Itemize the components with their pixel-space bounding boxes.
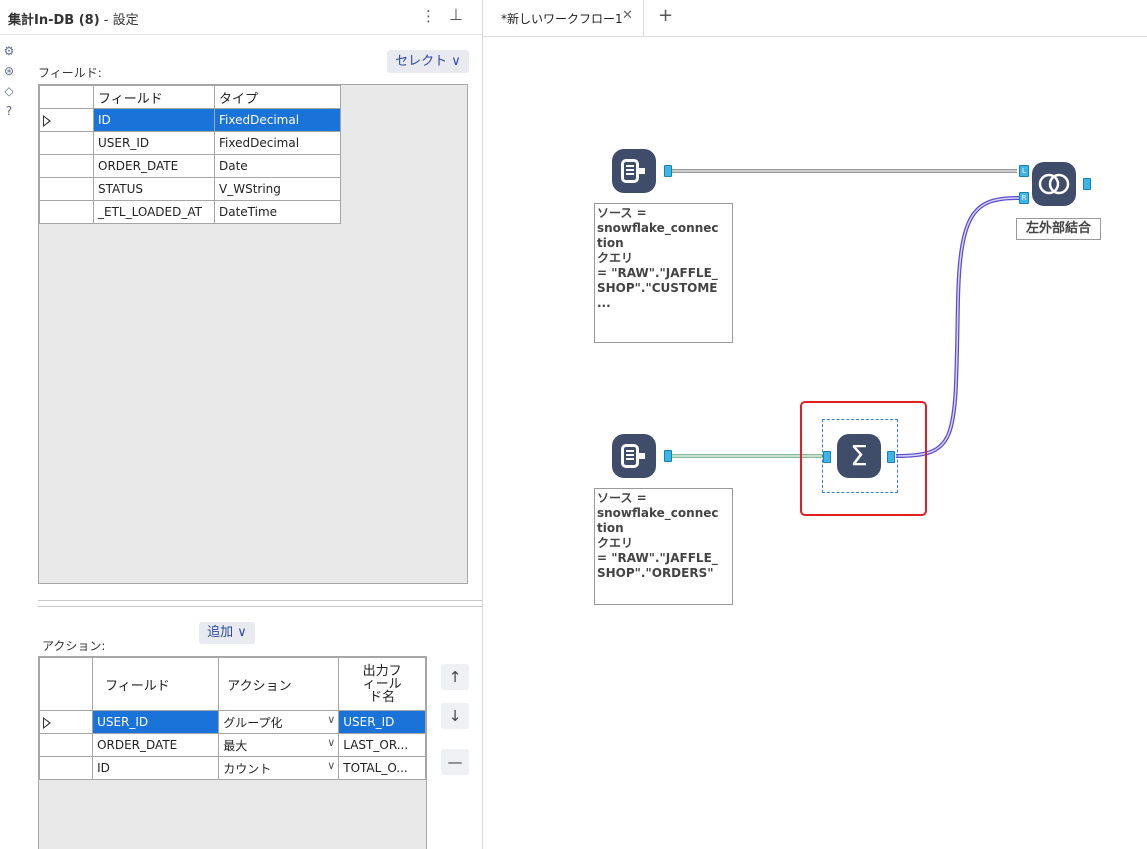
join-right-anchor[interactable]: R [1019, 192, 1029, 204]
output-anchor[interactable] [664, 450, 672, 462]
database-icon [621, 444, 645, 468]
summarize-in-db-tool[interactable]: Σ [837, 434, 881, 478]
tool-annotation: ソース = snowflake_connec tion クエリ = "RAW".… [594, 488, 733, 605]
output-anchor[interactable] [664, 165, 672, 177]
annotation-line: ... [597, 296, 611, 310]
output-anchor[interactable] [1083, 178, 1091, 190]
annotation-line: ソース = [597, 206, 647, 220]
annotation-line: SHOP"."ORDERS" [597, 566, 714, 580]
annotation-line: クエリ [597, 251, 634, 265]
input-anchor[interactable] [823, 451, 831, 463]
annotation-line: SHOP"."CUSTOME [597, 281, 718, 295]
connection-layer [672, 169, 1020, 458]
tool-annotation: ソース = snowflake_connec tion クエリ = "RAW".… [594, 203, 733, 343]
sigma-icon: Σ [850, 439, 868, 472]
annotation-line: snowflake_connec [597, 506, 719, 520]
output-anchor[interactable] [887, 451, 895, 463]
annotation-line: snowflake_connec [597, 221, 719, 235]
join-left-anchor[interactable]: L [1019, 165, 1029, 177]
annotation-line: ソース = [597, 491, 647, 505]
annotation-line: クエリ [597, 536, 634, 550]
database-icon [621, 159, 645, 183]
input-data-tool-2[interactable] [612, 434, 656, 478]
input-data-tool-1[interactable] [612, 149, 656, 193]
annotation-line: tion [597, 236, 624, 250]
annotation-line: = "RAW"."JAFFLE_ [597, 266, 718, 280]
annotation-line: tion [597, 521, 624, 535]
tool-annotation: 左外部結合 [1016, 218, 1101, 240]
annotation-line: = "RAW"."JAFFLE_ [597, 551, 718, 565]
join-in-db-tool[interactable] [1032, 162, 1076, 206]
join-icon [1038, 173, 1070, 195]
